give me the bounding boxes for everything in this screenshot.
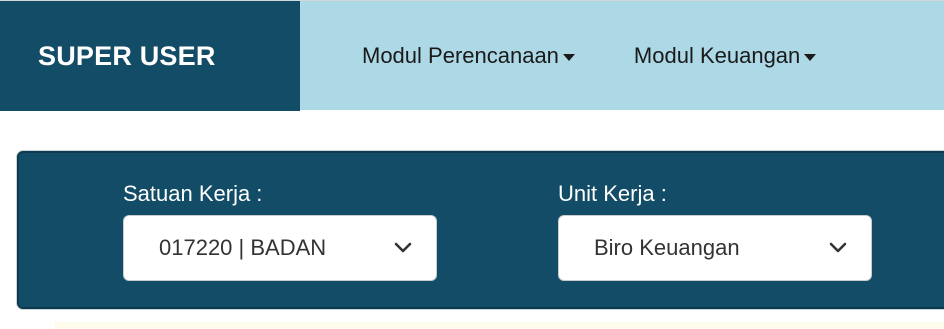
- satuan-kerja-select[interactable]: 017220 | BADAN: [123, 215, 437, 281]
- unit-kerja-label: Unit Kerja :: [558, 181, 667, 206]
- chevron-down-icon: [394, 242, 412, 253]
- unit-kerja-value: Biro Keuangan: [594, 235, 740, 260]
- top-navbar: SUPER USER Modul Perencanaan Modul Keuan…: [0, 0, 944, 111]
- chevron-down-icon: [829, 242, 847, 253]
- brand-title[interactable]: SUPER USER: [0, 1, 300, 111]
- nav-menu: Modul Perencanaan Modul Keuangan: [300, 1, 817, 111]
- menu-modul-perencanaan[interactable]: Modul Perencanaan: [362, 43, 575, 69]
- content-strip: [55, 322, 944, 329]
- menu-modul-keuangan[interactable]: Modul Keuangan: [633, 43, 817, 69]
- filter-panel: Satuan Kerja : 017220 | BADAN Unit Kerja…: [17, 151, 944, 309]
- menu-modul-perencanaan-label: Modul Perencanaan: [362, 43, 559, 68]
- satuan-kerja-label: Satuan Kerja :: [123, 181, 263, 206]
- unit-kerja-field: Unit Kerja : Biro Keuangan: [558, 180, 872, 281]
- caret-down-icon: [562, 54, 575, 61]
- caret-down-icon: [804, 54, 817, 61]
- satuan-kerja-value: 017220 | BADAN: [159, 235, 327, 260]
- unit-kerja-select[interactable]: Biro Keuangan: [558, 215, 872, 281]
- menu-modul-keuangan-label: Modul Keuangan: [633, 43, 801, 68]
- satuan-kerja-field: Satuan Kerja : 017220 | BADAN: [123, 180, 437, 281]
